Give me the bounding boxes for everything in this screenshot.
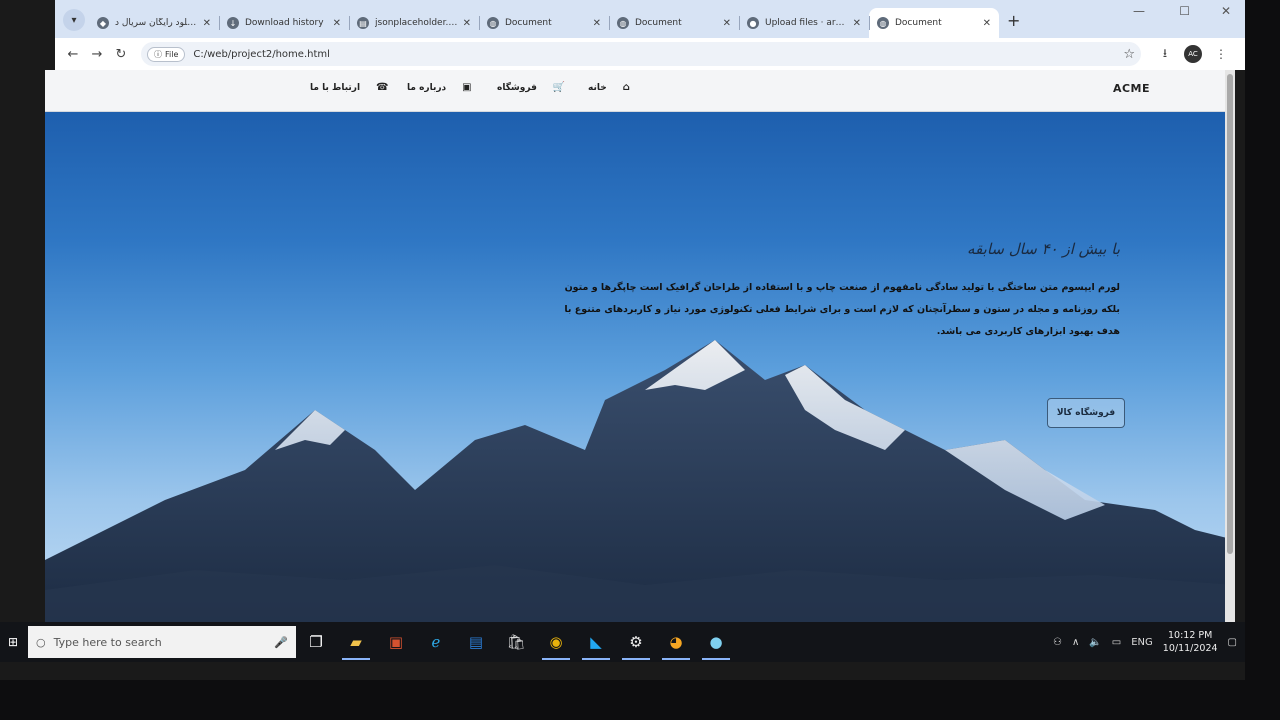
language-indicator[interactable]: ENG (1131, 637, 1153, 648)
nav-contact-label: ارتباط با ما (310, 82, 361, 93)
window-close-icon[interactable]: ✕ (1221, 4, 1231, 18)
paint-icon[interactable]: ◕ (656, 622, 696, 662)
microphone-icon[interactable]: 🎤 (274, 636, 288, 649)
file-chip-label: File (165, 49, 179, 59)
tab-5[interactable]: ● Upload files · argmen ✕ (739, 8, 869, 38)
tab-label: Document (895, 18, 942, 28)
close-icon[interactable]: ✕ (853, 18, 861, 29)
globe-icon: ◍ (877, 17, 889, 29)
vscode-icon[interactable]: ◣ (576, 622, 616, 662)
clock-date: 10/11/2024 (1162, 643, 1218, 654)
close-icon[interactable]: ✕ (203, 18, 211, 29)
url-text[interactable]: C:/web/project2/home.html (193, 49, 330, 60)
download-icon: ↓ (227, 17, 239, 29)
tab-3[interactable]: ◍ Document ✕ (479, 8, 609, 38)
close-icon[interactable]: ✕ (333, 18, 341, 29)
edge-icon[interactable]: ℯ (416, 622, 456, 662)
bookmark-star-icon[interactable]: ☆ (1123, 47, 1135, 62)
github-icon: ● (747, 17, 759, 29)
close-icon[interactable]: ✕ (983, 18, 991, 29)
battery-icon[interactable]: ▭ (1112, 637, 1121, 648)
browser-toolbar: ← → ↻ ⓘ File C:/web/project2/home.html ☆ … (55, 38, 1245, 70)
monitor-screen: ▾ ◆ دانلود رایگان سریال د... ✕ ↓ Downloa… (0, 0, 1245, 680)
info-icon: ⓘ (154, 49, 162, 59)
nav-contact[interactable]: ☎ ارتباط با ما (310, 82, 389, 93)
file-explorer-icon[interactable]: ▰ (336, 622, 376, 662)
hero-title: با بیش از ۴۰ سال سابقه (967, 240, 1120, 258)
browser-tab-strip: ▾ ◆ دانلود رایگان سریال د... ✕ ↓ Downloa… (55, 0, 1245, 38)
windows-taskbar: ⊞ ○ Type here to search 🎤 ❐ ▰ ▣ ℯ ▤ 🛍 ◉ … (0, 622, 1245, 662)
downloads-icon[interactable]: ⭳ (1151, 44, 1179, 65)
scrollbar-thumb[interactable] (1227, 74, 1233, 554)
hero-section: با بیش از ۴۰ سال سابقه لورم ایپسوم متن س… (45, 112, 1235, 630)
phone-icon: ☎ (376, 82, 389, 93)
more-menu-icon[interactable]: ⋮ (1207, 47, 1235, 61)
store-icon[interactable]: 🛍 (496, 622, 536, 662)
chevron-up-icon[interactable]: ∧ (1072, 637, 1079, 648)
page-icon: ▤ (357, 17, 369, 29)
tab-label: Document (635, 18, 682, 28)
hero-paragraph: لورم ایپسوم متن ساختگی با تولید سادگی نا… (564, 282, 1120, 337)
tab-6-active[interactable]: ◍ Document ✕ (869, 8, 999, 38)
close-icon[interactable]: ✕ (723, 18, 731, 29)
page-scrollbar[interactable] (1225, 70, 1235, 630)
windows-start-icon[interactable]: ⊞ (4, 633, 22, 651)
taskbar-search-box[interactable]: ○ Type here to search 🎤 (28, 626, 296, 658)
settings-icon[interactable]: ⚙ (616, 622, 656, 662)
file-chip[interactable]: ⓘ File (147, 46, 186, 62)
close-icon[interactable]: ✕ (463, 18, 471, 29)
tab-label: jsonplaceholder.typic (375, 18, 459, 28)
maximize-icon[interactable]: ☐ (1179, 4, 1190, 18)
app-icon[interactable]: ● (696, 622, 736, 662)
reload-icon[interactable]: ↻ (109, 47, 133, 62)
nav-about-label: درباره ما (407, 82, 447, 93)
clock[interactable]: 10:12 PM 10/11/2024 (1163, 629, 1218, 655)
tab-label: دانلود رایگان سریال د... (115, 18, 199, 28)
home-icon: ⌂ (622, 82, 630, 93)
nav-shop[interactable]: 🛒 فروشگاه (497, 82, 565, 93)
new-tab-icon[interactable]: + (1007, 11, 1020, 30)
search-icon: ○ (36, 635, 46, 649)
nav-home[interactable]: ⌂ خانه (588, 82, 630, 93)
powerpoint-icon[interactable]: ▣ (376, 622, 416, 662)
close-icon[interactable]: ✕ (593, 18, 601, 29)
search-placeholder: Type here to search (53, 635, 162, 649)
chrome-icon[interactable]: ◉ (536, 622, 576, 662)
mountain-image (45, 340, 1235, 630)
notification-icon[interactable]: ▢ (1228, 637, 1237, 648)
tab-1[interactable]: ↓ Download history ✕ (219, 8, 349, 38)
system-tray: ⚇ ∧ 🔈 ▭ ENG 10:12 PM 10/11/2024 ▢ (1053, 629, 1245, 655)
tab-4[interactable]: ◍ Document ✕ (609, 8, 739, 38)
nav-shop-label: فروشگاه (497, 82, 537, 93)
task-view-icon[interactable]: ❐ (296, 622, 336, 662)
globe-icon: ◍ (617, 17, 629, 29)
shop-button[interactable]: فروشگاه کالا (1047, 398, 1125, 428)
site-icon: ◆ (97, 17, 109, 29)
tab-label: Document (505, 18, 552, 28)
globe-icon: ◍ (487, 17, 499, 29)
tab-label: Upload files · argmen (765, 18, 849, 28)
people-icon[interactable]: ⚇ (1053, 637, 1062, 648)
address-bar[interactable]: ⓘ File C:/web/project2/home.html ☆ (141, 42, 1141, 66)
tab-2[interactable]: ▤ jsonplaceholder.typic ✕ (349, 8, 479, 38)
forward-icon[interactable]: → (85, 47, 109, 62)
tab-search-icon[interactable]: ▾ (63, 9, 85, 31)
nav-home-label: خانه (588, 82, 607, 93)
back-icon[interactable]: ← (61, 47, 85, 62)
clock-time: 10:12 PM (1168, 630, 1213, 641)
minimize-icon[interactable]: — (1133, 4, 1145, 18)
site-navbar: ACME ⌂ خانه 🛒 فروشگاه ▣ درباره ما ☎ ارتب… (45, 70, 1235, 112)
web-page: ACME ⌂ خانه 🛒 فروشگاه ▣ درباره ما ☎ ارتب… (45, 70, 1235, 630)
basket-icon: 🛒 (552, 82, 566, 93)
tab-label: Download history (245, 18, 324, 28)
contact-card-icon: ▣ (462, 82, 472, 93)
word-icon[interactable]: ▤ (456, 622, 496, 662)
tab-0[interactable]: ◆ دانلود رایگان سریال د... ✕ (89, 8, 219, 38)
profile-avatar[interactable]: AC (1179, 45, 1207, 63)
volume-icon[interactable]: 🔈 (1089, 637, 1101, 648)
nav-about[interactable]: ▣ درباره ما (407, 82, 472, 93)
brand-logo[interactable]: ACME (1113, 82, 1150, 95)
